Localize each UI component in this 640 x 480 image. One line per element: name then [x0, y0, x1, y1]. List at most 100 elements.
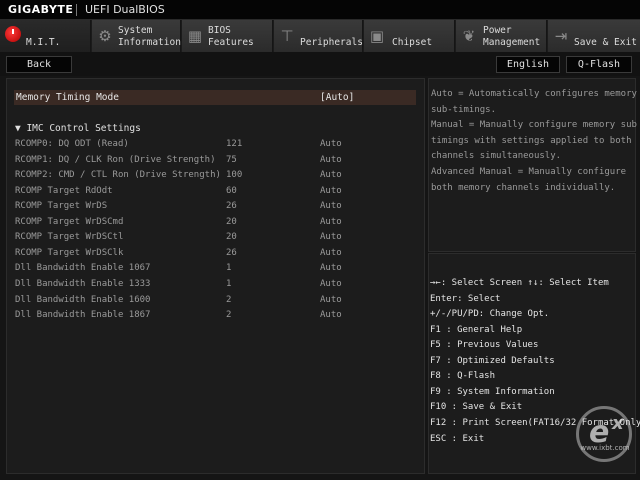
setting-row[interactable]: RCOMP Target WrDS 26 Auto	[7, 199, 424, 213]
setting-label: RCOMP Target WrDSClk	[15, 247, 124, 258]
setting-label: Dll Bandwidth Enable 1867	[15, 310, 151, 321]
setting-row[interactable]: RCOMP2: CMD / CTL Ron (Drive Strength) 10…	[7, 168, 424, 182]
setting-value[interactable]: Auto	[320, 277, 342, 291]
setting-value[interactable]: [Auto]	[320, 90, 354, 105]
setting-value[interactable]: Auto	[320, 246, 342, 260]
setting-value[interactable]: Auto	[320, 308, 342, 322]
setting-row[interactable]: RCOMP1: DQ / CLK Ron (Drive Strength) 75 A…	[7, 153, 424, 167]
tab-power-management[interactable]: ❦ Power Management	[456, 20, 547, 52]
help-text-line: Auto = Automatically configures memory	[431, 89, 637, 99]
power-icon	[5, 26, 21, 42]
main-tabs: M.I.T. ⚙ System Information ▦ BIOS Featu…	[0, 20, 640, 52]
tab-label: Chipset	[392, 37, 433, 48]
setting-value[interactable]: Auto	[320, 168, 342, 182]
help-text-line: timings with settings applied to both	[431, 135, 632, 146]
help-text-line: channels simultaneously.	[431, 151, 562, 162]
setting-row[interactable]: Dll Bandwidth Enable 1067 1 Auto	[7, 261, 424, 275]
tab-save-exit[interactable]: ⇥ Save & Exit	[548, 20, 640, 52]
help-text-line: Advanced Manual = Manually configure	[431, 167, 627, 177]
bios-chip-icon: ▦	[187, 27, 203, 45]
current-value: 75	[226, 154, 237, 165]
setting-label: RCOMP Target WrDSCtl	[15, 232, 124, 243]
current-value: 121	[226, 139, 243, 149]
setting-value[interactable]: Auto	[320, 137, 342, 151]
imc-control-settings-header[interactable]: ▼ IMC Control Settings	[15, 122, 141, 136]
key-legend-line: +/-/PU/PD: Change Opt.	[430, 309, 550, 320]
setting-row[interactable]: Dll Bandwidth Enable 1333 1 Auto	[7, 277, 424, 291]
gear-icon: ⚙	[98, 27, 112, 45]
setting-value[interactable]: Auto	[320, 230, 342, 244]
key-legend-line: →←: Select Screen ↑↓: Select Item	[430, 278, 609, 288]
tab-label: Peripherals	[300, 37, 363, 48]
current-value: 1	[226, 263, 232, 274]
key-legend-line: F7 : Optimized Defaults	[430, 355, 555, 366]
key-legend-line: F1 : General Help	[430, 324, 523, 335]
setting-label: RCOMP1: DQ / CLK Ron (Drive Strength)	[15, 154, 216, 165]
current-value: 20	[226, 232, 237, 243]
setting-value[interactable]: Auto	[320, 153, 342, 167]
setting-row[interactable]: Dll Bandwidth Enable 1867 2 Auto	[7, 308, 424, 322]
key-legend-line: F8 : Q-Flash	[430, 371, 496, 382]
setting-label: Dll Bandwidth Enable 1067	[15, 263, 151, 274]
key-legend-line: F9 : System Information	[430, 386, 555, 397]
plug-icon: ⊤	[280, 27, 294, 45]
qflash-button[interactable]: Q-Flash	[566, 56, 632, 73]
ixbt-watermark: e x www.ixbt.com	[576, 406, 632, 462]
setting-row[interactable]: RCOMP Target WrDSCtl 20 Auto	[7, 230, 424, 244]
current-value: 60	[226, 185, 237, 196]
setting-label: RCOMP2: CMD / CTL Ron (Drive Strength)	[15, 170, 221, 181]
key-legend-line: Enter: Select	[430, 293, 501, 304]
tab-label-line1: BIOS	[208, 25, 231, 36]
setting-label: RCOMP Target WrDS	[15, 201, 108, 212]
setting-value[interactable]: Auto	[320, 184, 342, 198]
watermark-text: www.ixbt.com	[580, 444, 630, 452]
tab-peripherals[interactable]: ⊤ Peripherals	[274, 20, 363, 52]
setting-row[interactable]: RCOMP Target WrDSClk 26 Auto	[7, 246, 424, 260]
key-legend-line: F10 : Save & Exit	[430, 402, 523, 413]
tab-label-line2: Features	[208, 37, 254, 48]
tab-system-information[interactable]: ⚙ System Information	[92, 20, 181, 52]
setting-label: Dll Bandwidth Enable 1333	[15, 279, 151, 289]
setting-row[interactable]: RCOMP Target WrDSCmd 20 Auto	[7, 215, 424, 229]
tab-bios-features[interactable]: ▦ BIOS Features	[182, 20, 273, 52]
current-value: 100	[226, 170, 243, 181]
setting-label: RCOMP0: DQ ODT (Read)	[15, 139, 129, 149]
key-legend-line: F5 : Previous Values	[430, 340, 539, 351]
tab-chipset[interactable]: ▣ Chipset	[364, 20, 455, 52]
title-divider	[76, 4, 77, 16]
setting-value[interactable]: Auto	[320, 293, 342, 307]
chipset-icon: ▣	[369, 27, 385, 45]
setting-value[interactable]: Auto	[320, 215, 342, 229]
tab-label-line1: Power	[483, 25, 512, 36]
gigabyte-logo: GIGABYTE	[8, 3, 74, 16]
current-value: 26	[226, 247, 237, 258]
setting-value[interactable]: Auto	[320, 261, 342, 275]
exit-icon: ⇥	[554, 27, 568, 45]
setting-value[interactable]: Auto	[320, 199, 342, 213]
setting-row[interactable]: Dll Bandwidth Enable 1600 2 Auto	[7, 293, 424, 307]
setting-row[interactable]: RCOMP Target RdOdt 60 Auto	[7, 184, 424, 198]
setting-row[interactable]: RCOMP0: DQ ODT (Read) 121 Auto	[7, 137, 424, 151]
setting-label: RCOMP Target RdOdt	[15, 185, 113, 196]
bios-name: UEFI DualBIOS	[85, 3, 165, 16]
tab-mit[interactable]: M.I.T.	[0, 20, 91, 52]
setting-label: Dll Bandwidth Enable 1600	[15, 294, 151, 305]
help-text-line: sub-timings.	[431, 104, 497, 115]
watermark-sup: x	[612, 413, 624, 434]
help-text-line: Manual = Manually configure memory sub	[431, 120, 637, 131]
help-panel: Auto = Automatically configures memory su…	[428, 78, 637, 252]
tab-label-line2: Management	[483, 37, 541, 48]
back-button[interactable]: Back	[6, 56, 72, 73]
settings-panel: Memory Timing Mode [Auto] ▼ IMC Control …	[6, 78, 425, 474]
memory-timing-mode-row[interactable]: Memory Timing Mode [Auto]	[14, 90, 416, 105]
current-value: 26	[226, 201, 237, 212]
tab-label: Save & Exit	[574, 37, 637, 48]
current-value: 20	[226, 216, 237, 227]
current-value: 2	[226, 310, 232, 321]
tab-label: M.I.T.	[26, 37, 61, 48]
help-text-line: both memory channels individually.	[431, 182, 616, 193]
tab-label-line2: Information	[118, 37, 181, 48]
language-button[interactable]: English	[496, 56, 560, 73]
power-leaf-icon: ❦	[462, 27, 476, 45]
setting-label: Memory Timing Mode	[16, 92, 119, 103]
